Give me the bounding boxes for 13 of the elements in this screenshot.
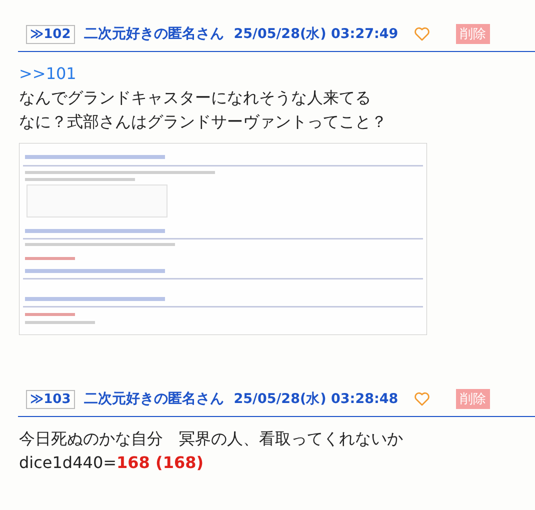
poster-name: 二次元好きの匿名さん	[84, 390, 224, 408]
post-date: 25/05/28(水) 03:28:48	[234, 390, 398, 408]
dice-roll-text: dice1d440=168 (168)	[19, 452, 205, 474]
poster-name: 二次元好きの匿名さん	[84, 25, 224, 43]
post-text: 今日死ぬのかな自分 冥界の人、看取ってくれないか	[19, 428, 404, 450]
reply-link[interactable]: >>101	[19, 62, 535, 86]
post-number-link[interactable]: ≫103	[26, 390, 75, 408]
post-date: 25/05/28(水) 03:27:49	[234, 25, 398, 43]
heart-icon[interactable]	[414, 27, 430, 41]
post-text: なに？式部さんはグランドサーヴァントってこと？	[19, 111, 388, 133]
heart-icon[interactable]	[414, 392, 430, 406]
post-text: なんでグランドキャスターになれそうな人来てる	[19, 87, 372, 109]
post-number-link[interactable]: ≫102	[26, 24, 75, 44]
